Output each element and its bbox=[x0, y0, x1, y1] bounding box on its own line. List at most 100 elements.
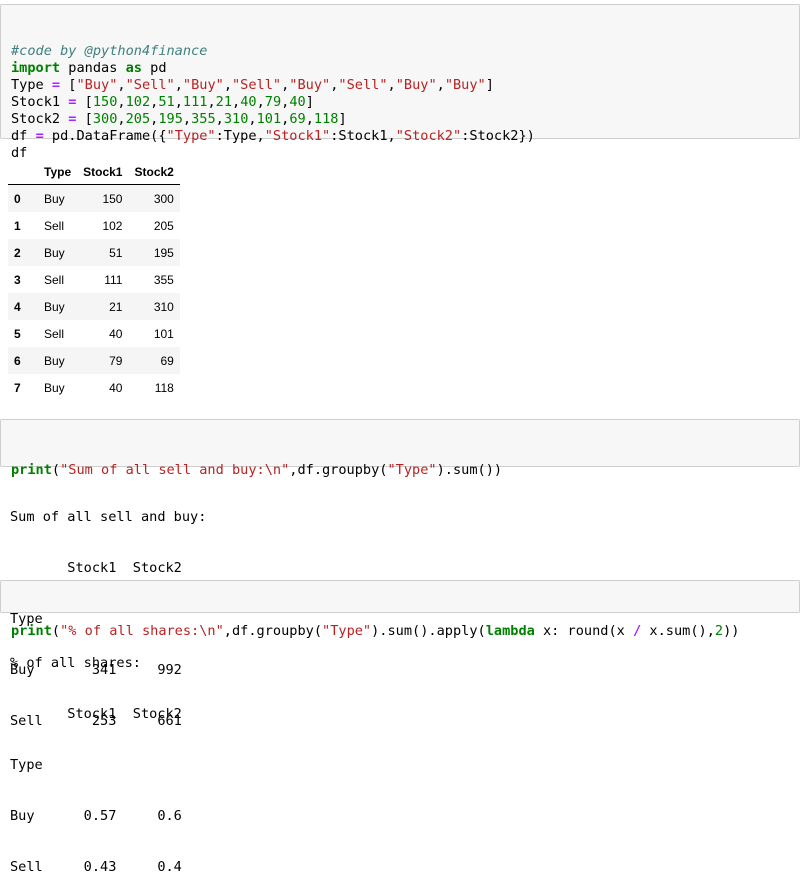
code-cell-2[interactable]: print("Sum of all sell and buy:\n",df.gr… bbox=[0, 419, 800, 478]
dataframe-body: 0 Buy 150 300 1 Sell 102 205 2 Buy 51 195 3 Sell 11… bbox=[8, 184, 180, 402]
code-token: 195 bbox=[158, 111, 183, 127]
code-token: #code by @python4finance bbox=[11, 43, 208, 59]
code-token: 111 bbox=[182, 94, 208, 110]
code-token: "Buy" bbox=[444, 77, 486, 93]
table-row: 4 Buy 21 310 bbox=[8, 293, 180, 320]
table-row: 2 Buy 51 195 bbox=[8, 239, 180, 266]
code-token: , bbox=[207, 94, 216, 110]
code-token: "Stock2" bbox=[395, 128, 462, 144]
row-index: 1 bbox=[14, 218, 21, 233]
cell-type: Buy bbox=[44, 353, 65, 368]
code-token: Type bbox=[11, 77, 52, 93]
output-line: Sell 0.43 0.4 bbox=[10, 859, 182, 875]
code-token: 205 bbox=[125, 111, 151, 127]
code-token: "Stock1" bbox=[264, 128, 331, 144]
cell-stock1: 79 bbox=[109, 353, 123, 368]
output-line: Sum of all sell and buy: bbox=[10, 509, 207, 525]
code-token: 40 bbox=[289, 94, 306, 110]
code-token: as bbox=[125, 60, 142, 76]
code-token: = bbox=[51, 77, 61, 93]
code-token: 21 bbox=[215, 94, 233, 110]
code-token: 40 bbox=[240, 94, 257, 110]
code-token: , bbox=[182, 111, 192, 127]
code-token: , bbox=[117, 111, 126, 127]
code-token: 69 bbox=[289, 111, 306, 127]
cell-stock2: 195 bbox=[153, 245, 174, 260]
code-token: :Stock2}) bbox=[461, 128, 535, 144]
code-token: 101 bbox=[256, 111, 282, 127]
cell-stock1: 102 bbox=[102, 218, 123, 233]
row-index: 4 bbox=[14, 299, 21, 314]
code-token: df bbox=[11, 128, 36, 144]
code-token: x.sum(), bbox=[641, 623, 715, 639]
dataframe-output: Type Stock1 Stock2 0 Buy 150 300 1 Sell 102 20… bbox=[8, 159, 180, 401]
code-token: 2 bbox=[714, 623, 724, 639]
cell-type: Buy bbox=[44, 299, 65, 314]
code-token: :Type, bbox=[215, 128, 265, 144]
cell-stock1: 111 bbox=[104, 272, 123, 287]
cell-stock1: 21 bbox=[109, 299, 123, 314]
code-token: 118 bbox=[313, 111, 339, 127]
code-line: import pandas as pd bbox=[11, 60, 789, 77]
table-row: 1 Sell 102 205 bbox=[8, 212, 180, 239]
cell-stock1: 40 bbox=[109, 326, 123, 341]
code-line: Type = ["Buy","Sell","Buy","Sell","Buy",… bbox=[11, 77, 789, 94]
code-line: #code by @python4finance bbox=[11, 43, 789, 60]
code-token: ,df.groupby( bbox=[289, 462, 388, 478]
dataframe-header-row: Type Stock1 Stock2 bbox=[8, 159, 180, 185]
code-token: , bbox=[305, 111, 314, 127]
code-token: 51 bbox=[158, 94, 175, 110]
code-token: / bbox=[633, 623, 642, 639]
code-token: "Buy" bbox=[76, 77, 118, 93]
code-token: 310 bbox=[223, 111, 249, 127]
code-token: "Sell" bbox=[338, 77, 388, 93]
cell-stock2: 69 bbox=[160, 353, 174, 368]
code-cell-1[interactable]: #code by @python4finance import pandas as… bbox=[0, 4, 800, 161]
code-token: import bbox=[11, 60, 61, 76]
code-token: ).sum().apply( bbox=[371, 623, 486, 639]
code-line: Stock1 = [150,102,51,111,21,40,79,40] bbox=[11, 94, 789, 111]
code-token: )) bbox=[723, 623, 740, 639]
code-cell-3[interactable]: print("% of all shares:\n",df.groupby("T… bbox=[0, 580, 800, 639]
code-token: , bbox=[387, 77, 396, 93]
code-token: Stock2 bbox=[11, 111, 69, 127]
row-index: 5 bbox=[14, 326, 21, 341]
code-token: 150 bbox=[92, 94, 118, 110]
dataframe-table: Type Stock1 Stock2 0 Buy 150 300 1 Sell 102 20… bbox=[8, 159, 180, 401]
cell-stock2: 118 bbox=[154, 380, 174, 395]
cell-stock2: 101 bbox=[153, 326, 174, 341]
output-line: Stock1 Stock2 bbox=[10, 706, 182, 722]
cell-stock1: 150 bbox=[102, 191, 123, 206]
cell-type: Sell bbox=[44, 218, 65, 233]
code-cell-1-lines: #code by @python4finance import pandas as… bbox=[11, 43, 789, 162]
code-token: , bbox=[117, 94, 126, 110]
cell-type: Sell bbox=[44, 326, 65, 341]
cell-type: Buy bbox=[44, 191, 65, 206]
code-token: , bbox=[232, 94, 241, 110]
code-token: , bbox=[436, 77, 445, 93]
code-token: 300 bbox=[92, 111, 118, 127]
header-stock1: Stock1 bbox=[77, 159, 129, 185]
code-token: [ bbox=[60, 77, 77, 93]
code-token: , bbox=[117, 77, 126, 93]
output-line: % of all shares: bbox=[10, 655, 141, 671]
output-line: Buy 0.57 0.6 bbox=[10, 808, 182, 824]
code-token: 355 bbox=[191, 111, 216, 127]
code-token: ] bbox=[305, 94, 314, 110]
header-stock2: Stock2 bbox=[128, 159, 180, 185]
code-token: "Type" bbox=[322, 623, 372, 639]
output-line: Type bbox=[10, 757, 43, 773]
header-index bbox=[8, 159, 38, 185]
header-type: Type bbox=[38, 159, 78, 185]
code-token: ,df.groupby( bbox=[223, 623, 323, 639]
code-token: , bbox=[215, 111, 224, 127]
code-token: ).sum()) bbox=[436, 462, 503, 478]
code-token: "Buy" bbox=[182, 77, 224, 93]
code-token: ] bbox=[338, 111, 347, 127]
code-line: Stock2 = [300,205,195,355,310,101,69,118… bbox=[11, 111, 789, 128]
code-token: "Type" bbox=[166, 128, 216, 144]
cell-stock1: 51 bbox=[109, 245, 123, 260]
code-token: pandas bbox=[60, 60, 126, 76]
code-token: "Buy" bbox=[395, 77, 437, 93]
code-token: "Sell" bbox=[232, 77, 282, 93]
